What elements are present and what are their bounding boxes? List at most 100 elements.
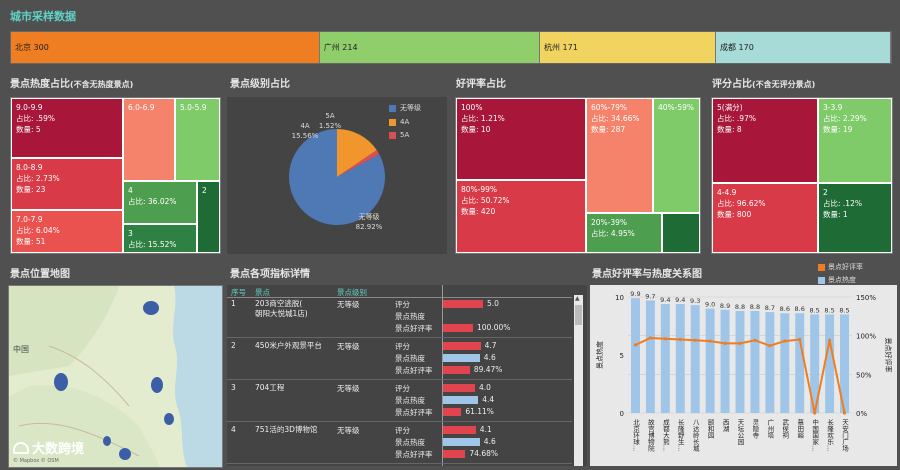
x-tick-label: 灵隐寺 (751, 419, 759, 439)
bar-data-label: 8.6 (795, 305, 805, 313)
heat-treemap: 9.0-9.9 占比: .59% 数量: 5 6.0-6.9 5.0-5.9 8.0-… (10, 97, 221, 254)
good-treemap-cell[interactable] (662, 213, 700, 253)
table-row[interactable]: 1 203商空逃脱( 朝阳大悦城1店) 无等级 评分 景点热度 景点好评率 5.… (227, 299, 572, 341)
heat-bar[interactable] (705, 308, 715, 413)
good-rate-point[interactable] (828, 338, 832, 342)
heat-bar[interactable] (825, 314, 835, 413)
heat-treemap-cell[interactable]: 6.0-6.9 (123, 98, 175, 181)
bar-data-label: 9.4 (675, 296, 685, 304)
scroll-up-icon[interactable]: ▲ (575, 295, 580, 302)
good-rate-point[interactable] (753, 338, 757, 342)
heat-bar[interactable] (645, 300, 655, 413)
good-section-title: 好评率占比 (456, 79, 506, 90)
heat-treemap-cell[interactable]: 3 占比: 15.52% (123, 224, 197, 253)
map-marker[interactable] (103, 436, 111, 446)
heat-bar[interactable] (630, 298, 640, 413)
good-rate-point[interactable] (798, 337, 802, 342)
good-rate-value: 61.11% (465, 407, 494, 416)
good-rate-point[interactable] (663, 337, 667, 341)
good-rate-point[interactable] (633, 343, 638, 347)
heat-bar[interactable] (690, 305, 700, 413)
table-row[interactable]: 2 450米户外观景平台 无等级 评分 景点热度 景点好评率 4.7 4.6 8… (227, 341, 572, 383)
metric-label: 评分 (395, 426, 410, 435)
y-tick-left: 0 (620, 410, 624, 418)
heat-section-title: 景点热度占比(不含无热度景点) (10, 79, 134, 90)
map-marker[interactable] (151, 377, 163, 393)
good-rate-point[interactable] (842, 411, 847, 415)
map-marker[interactable] (164, 413, 174, 425)
good-treemap-cell[interactable]: 60%-79% 占比: 34.66% 数量: 287 (586, 98, 653, 213)
good-rate-point[interactable] (768, 344, 772, 348)
score-treemap-cell[interactable]: 4-4.9 占比: 96.62% 数量: 800 (712, 183, 818, 253)
heat-treemap-cell[interactable]: 9.0-9.9 占比: .59% 数量: 5 (11, 98, 123, 158)
good-treemap-cell[interactable]: 40%-59% (653, 98, 700, 213)
heat-treemap-cell[interactable]: 4 占比: 36.02% (123, 181, 197, 224)
good-rate-value: 100.00% (477, 323, 511, 332)
score-treemap-cell[interactable]: 5(满分) 占比: .97% 数量: 8 (712, 98, 818, 183)
good-rate-bar (443, 324, 473, 332)
y-tick-right: 100% (856, 333, 876, 341)
scrollbar-thumb[interactable] (575, 305, 582, 325)
heat-bar[interactable] (735, 310, 745, 413)
heat-bar[interactable] (765, 312, 775, 413)
heat-bar[interactable] (750, 310, 760, 413)
heat-bar[interactable] (660, 303, 670, 413)
heat-bar[interactable] (795, 313, 805, 413)
heat-bar[interactable] (780, 313, 790, 413)
good-rate-value: 89.47% (473, 365, 503, 374)
x-tick-label: 慕田峪 (796, 418, 804, 440)
y-tick-right: 50% (856, 371, 872, 379)
good-treemap-cell[interactable]: 80%-99% 占比: 50.72% 数量: 420 (456, 180, 586, 253)
location-map[interactable]: 中国 大数跨境 © Mapbox © OSM (8, 285, 223, 468)
map-marker[interactable] (54, 373, 68, 391)
pie-legend-item[interactable]: 4A (389, 118, 421, 126)
good-rate-point[interactable] (693, 338, 697, 342)
heat-bar (443, 354, 480, 362)
detail-table: 序号 景点 景点级别 1 203商空逃脱( 朝阳大悦城1店) 无等级 评分 景点… (227, 285, 587, 466)
good-rate-point[interactable] (708, 339, 712, 343)
good-rate-point[interactable] (723, 341, 727, 345)
heat-treemap-cell[interactable]: 8.0-8.9 占比: 2.73% 数量: 23 (11, 158, 123, 210)
pie-legend-item[interactable]: 无等级 (389, 103, 421, 113)
score-section-title: 评分占比(不含无评分景点) (712, 79, 816, 90)
row-no: 2 (231, 341, 236, 350)
heat-bar[interactable] (720, 309, 730, 413)
table-row[interactable]: 3 704工程 无等级 评分 景点热度 景点好评率 4.0 4.4 61.11% (227, 383, 572, 425)
good-rate-point[interactable] (813, 411, 817, 415)
heat-bar[interactable] (675, 303, 685, 413)
row-name: 450米户外观景平台 (255, 341, 322, 350)
city-segment[interactable]: 北京 300 (11, 32, 320, 63)
x-tick-label: 中国国家... (811, 418, 819, 451)
score-bar (443, 300, 483, 308)
heat-value: 4.6 (483, 353, 496, 362)
score-treemap-cell[interactable]: 2 占比: .12% 数量: 1 (818, 183, 892, 253)
good-treemap-cell[interactable]: 100% 占比: 1.21% 数量: 10 (456, 98, 586, 180)
table-scrollbar[interactable]: ▲ (574, 295, 583, 466)
heat-treemap-cell[interactable]: 7.0-7.9 占比: 6.04% 数量: 51 (11, 210, 123, 253)
x-tick-label: 天坛公园 (736, 419, 744, 447)
table-row[interactable]: 4 751活的3D博物馆 无等级 评分 景点热度 景点好评率 4.1 4.6 7… (227, 425, 572, 466)
bar-data-label: 8.9 (720, 302, 730, 310)
good-rate-treemap: 100% 占比: 1.21% 数量: 10 60%-79% 占比: 34.66% … (455, 97, 701, 254)
good-rate-point[interactable] (738, 341, 742, 345)
row-name: 203商空逃脱( 朝阳大悦城1店) (255, 299, 308, 318)
heat-treemap-cell[interactable]: 5.0-5.9 (175, 98, 220, 181)
map-marker[interactable] (119, 448, 131, 460)
heat-value: 4.6 (483, 437, 496, 446)
score-treemap-cell[interactable]: 3-3.9 占比: 2.29% 数量: 19 (818, 98, 892, 183)
city-segment[interactable]: 广州 214 (319, 32, 541, 63)
score-value: 5.0 (487, 299, 499, 308)
good-rate-point[interactable] (678, 337, 682, 342)
city-segment[interactable]: 成都 170 (716, 32, 891, 63)
city-segment[interactable]: 杭州 171 (540, 32, 717, 63)
metric-label: 景点好评率 (395, 324, 433, 333)
good-rate-point[interactable] (648, 336, 652, 340)
map-marker[interactable] (143, 301, 159, 315)
x-tick-label: 颐和园 (706, 419, 714, 440)
pie-legend-item[interactable]: 5A (389, 131, 421, 139)
bar-data-label: 9.4 (660, 296, 670, 304)
good-treemap-cell[interactable]: 20%-39% 占比: 4.95% (586, 213, 662, 253)
good-rate-point[interactable] (783, 339, 787, 343)
heat-treemap-cell[interactable]: 2 (197, 181, 220, 253)
row-level: 无等级 (337, 384, 360, 393)
